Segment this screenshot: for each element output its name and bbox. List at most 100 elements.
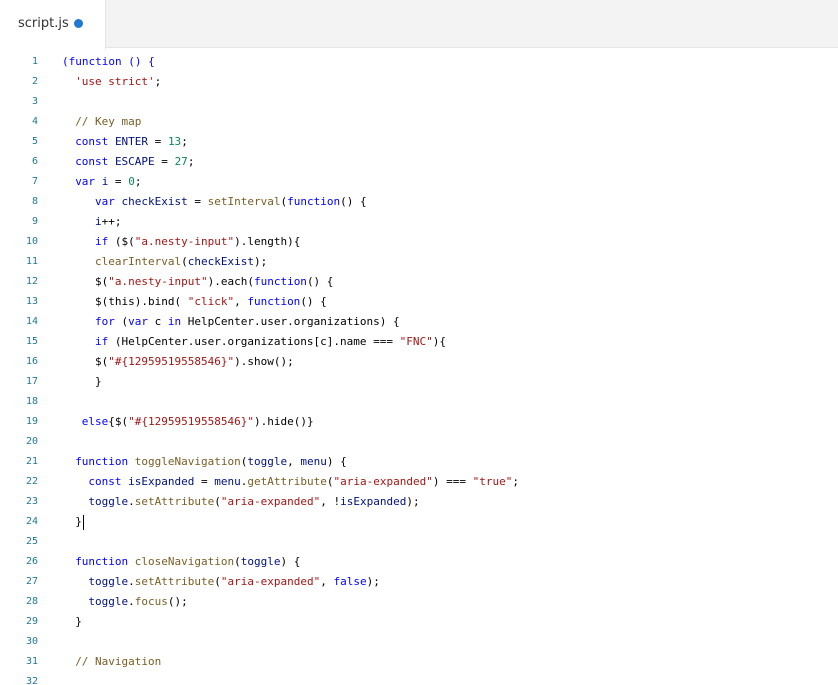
code-token: {$( — [108, 415, 129, 428]
code-token: , — [234, 295, 248, 308]
code-token: setAttribute — [134, 495, 215, 508]
code-token: c — [148, 315, 168, 328]
code-token: const — [88, 475, 129, 488]
code-editor[interactable]: 1 (function () {2'use strict'; 3 4// Key ma… — [0, 52, 838, 685]
code-token: ; — [187, 155, 195, 168]
line-number: 5 — [31, 136, 38, 147]
code-line[interactable]: 1 (function () { — [0, 52, 838, 72]
code-text: else{$("#{12959519558546}").hide()} — [62, 412, 314, 432]
code-line[interactable]: 14 for (var c in HelpCenter.user.organiza… — [0, 312, 838, 332]
line-number: 7 — [31, 176, 38, 187]
code-line[interactable]: 8 var checkExist = setInterval(function()… — [0, 192, 838, 212]
code-token: setInterval — [207, 195, 281, 208]
code-token: ) { — [280, 555, 301, 568]
code-token: ( — [214, 575, 221, 588]
code-token: "aria-expanded" — [220, 575, 321, 588]
code-token: } — [95, 375, 102, 388]
code-text: clearInterval(checkExist); — [62, 252, 267, 272]
code-line[interactable]: 21 function toggleNavigation(toggle, menu… — [0, 452, 838, 472]
code-token: checkExist — [121, 195, 188, 208]
code-text: function toggleNavigation(toggle, menu) … — [62, 452, 347, 472]
line-number: 2 — [31, 76, 38, 87]
code-token: function — [253, 275, 307, 288]
code-line[interactable]: 29} — [0, 612, 838, 632]
code-token: . — [128, 575, 135, 588]
code-text: if ($("a.nesty-input").length){ — [62, 232, 300, 252]
code-token: checkExist — [187, 255, 254, 268]
code-line[interactable]: 24} — [0, 512, 838, 532]
code-line[interactable]: 17} — [0, 372, 838, 392]
code-token: isExpanded — [340, 495, 407, 508]
code-token: toggle — [240, 555, 281, 568]
code-line[interactable]: 15 if (HelpCenter.user.organizations[c].n… — [0, 332, 838, 352]
code-token: ( — [114, 315, 129, 328]
code-text: $("a.nesty-input").each(function() { — [62, 272, 333, 292]
code-line[interactable]: 5 const ENTER = 13; — [0, 132, 838, 152]
code-line[interactable]: 9 i++; — [0, 212, 838, 232]
code-line[interactable]: 19 else{$("#{12959519558546}").hide()} — [0, 412, 838, 432]
code-token: = — [148, 135, 168, 148]
code-token: function — [247, 295, 301, 308]
text-cursor — [82, 514, 84, 530]
code-text: $(this).bind( "click", function() { — [62, 292, 327, 312]
code-token: = — [187, 195, 208, 208]
code-token: menu — [300, 455, 327, 468]
code-line[interactable]: 13 $(this).bind( "click", function() { — [0, 292, 838, 312]
code-token: ){ — [432, 335, 447, 348]
code-line[interactable]: 4 // Key map — [0, 112, 838, 132]
code-line[interactable]: 32 — [0, 672, 838, 685]
code-token: ; — [512, 475, 519, 488]
code-line[interactable]: 10 if ($("a.nesty-input").length){ — [0, 232, 838, 252]
code-token: . — [128, 495, 135, 508]
code-line[interactable]: 6 const ESCAPE = 27; — [0, 152, 838, 172]
code-token: var — [95, 195, 122, 208]
code-token: toggle — [247, 455, 288, 468]
line-number: 19 — [25, 416, 38, 427]
code-line[interactable]: 16 $("#{12959519558546}").show(); — [0, 352, 838, 372]
code-text: var checkExist = setInterval(function() … — [62, 192, 367, 212]
code-line[interactable]: 28 toggle.focus(); — [0, 592, 838, 612]
tab-script-js[interactable]: script.js — [0, 0, 106, 49]
code-line[interactable]: 22 const isExpanded = menu.getAttribute("… — [0, 472, 838, 492]
line-number: 22 — [25, 476, 38, 487]
line-number: 14 — [25, 316, 38, 327]
code-line[interactable]: 31 // Navigation — [0, 652, 838, 672]
code-line[interactable]: 3 — [0, 92, 838, 112]
code-token: focus — [134, 595, 168, 608]
code-line[interactable]: 26 function closeNavigation(toggle) { — [0, 552, 838, 572]
unsaved-changes-dot-icon[interactable] — [74, 19, 83, 28]
code-text: // Navigation — [62, 652, 161, 672]
code-token: $( — [95, 275, 109, 288]
code-line[interactable]: 7 var i = 0; — [0, 172, 838, 192]
code-line[interactable]: 12 $("a.nesty-input").each(function() { — [0, 272, 838, 292]
code-token: = — [108, 175, 129, 188]
line-number: 1 — [31, 56, 38, 67]
code-token: i — [95, 215, 102, 228]
code-text: i++; — [62, 212, 122, 232]
code-token: , — [320, 575, 334, 588]
code-token: "#{12959519558546}" — [128, 415, 255, 428]
line-number: 28 — [25, 596, 38, 607]
code-token: if — [95, 235, 109, 248]
line-number: 20 — [25, 436, 38, 447]
code-token: function — [75, 455, 135, 468]
line-number: 11 — [25, 256, 38, 267]
code-line[interactable]: 30 — [0, 632, 838, 652]
code-token: ; — [181, 135, 188, 148]
code-line[interactable]: 18 — [0, 392, 838, 412]
line-number: 3 — [31, 96, 38, 107]
code-text: for (var c in HelpCenter.user.organizati… — [62, 312, 400, 332]
code-line[interactable]: 20 — [0, 432, 838, 452]
code-line[interactable]: 11 clearInterval(checkExist); — [0, 252, 838, 272]
code-line[interactable]: 25 — [0, 532, 838, 552]
code-line[interactable]: 2 'use strict'; — [0, 72, 838, 92]
code-line[interactable]: 27 toggle.setAttribute("aria-expanded", f… — [0, 572, 838, 592]
code-token: "a.nesty-input" — [108, 275, 208, 288]
code-line[interactable]: 23 toggle.setAttribute("aria-expanded", !… — [0, 492, 838, 512]
code-token: 13 — [167, 135, 182, 148]
line-number: 9 — [31, 216, 38, 227]
code-token: var — [75, 175, 102, 188]
code-text: (function () { — [62, 52, 155, 72]
code-token: = — [194, 475, 215, 488]
line-number: 21 — [25, 456, 38, 467]
